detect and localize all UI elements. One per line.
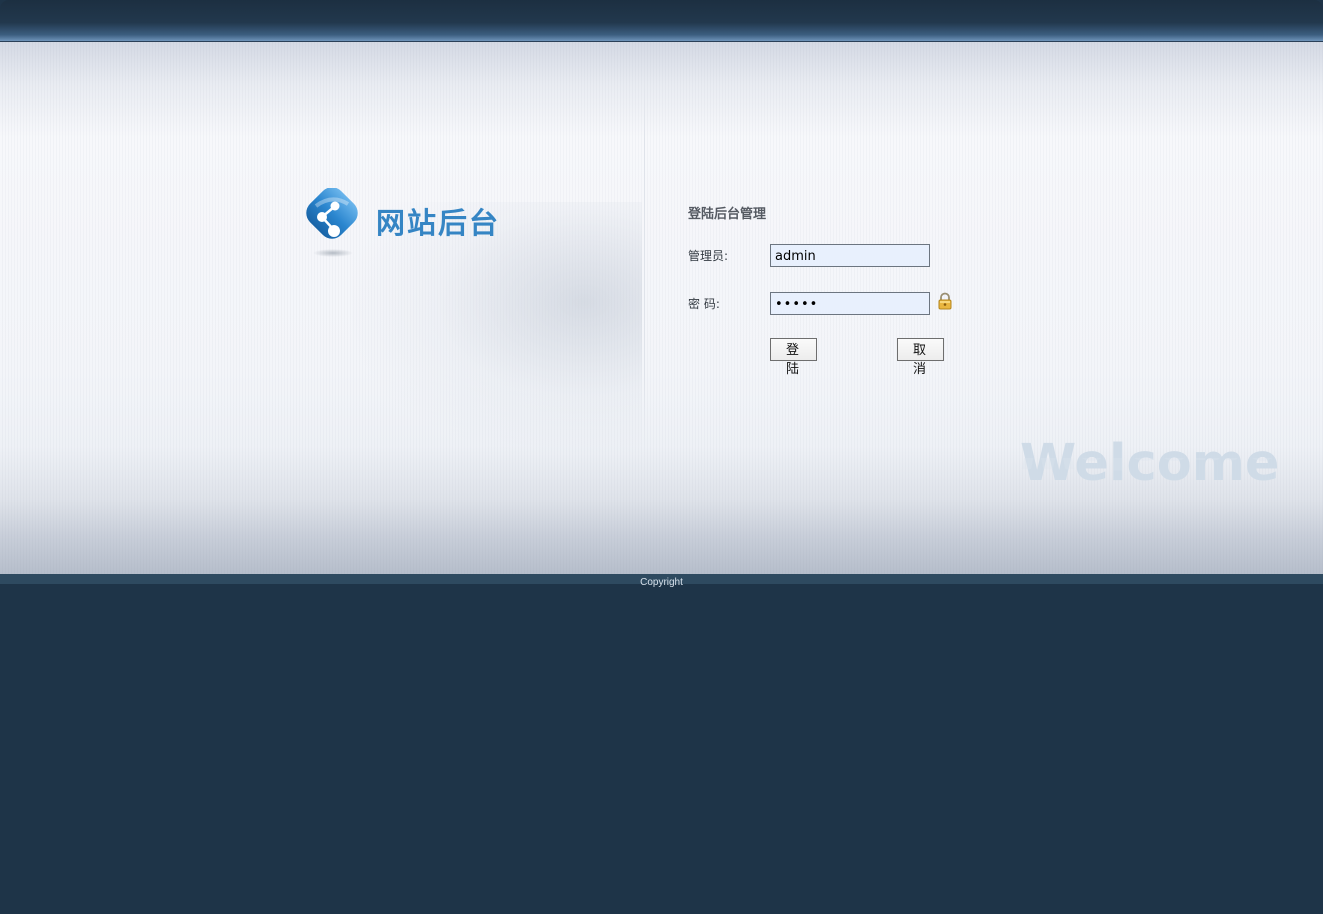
- panel-divider: [644, 60, 645, 460]
- copyright-text: Copyright: [640, 577, 683, 588]
- login-button[interactable]: 登 陆: [770, 338, 817, 377]
- welcome-reflection: Welcome: [1020, 458, 1280, 478]
- site-logo-text: 网站后台: [376, 206, 501, 240]
- username-input[interactable]: [770, 244, 930, 267]
- login-form-title: 登陆后台管理: [688, 207, 767, 222]
- share-icon: [306, 188, 358, 257]
- top-bar: [0, 0, 1323, 42]
- password-input[interactable]: [770, 292, 930, 315]
- username-label: 管理员:: [688, 249, 729, 263]
- cancel-button[interactable]: 取 消: [897, 338, 944, 377]
- login-panel: [0, 42, 1323, 574]
- background-texture: [0, 42, 1323, 574]
- lock-icon: [938, 292, 952, 310]
- password-label: 密 码:: [688, 297, 720, 311]
- login-page: 网站后台 登陆后台管理 管理员: 密 码: 登 陆 取 消 Welcome We…: [0, 0, 1323, 914]
